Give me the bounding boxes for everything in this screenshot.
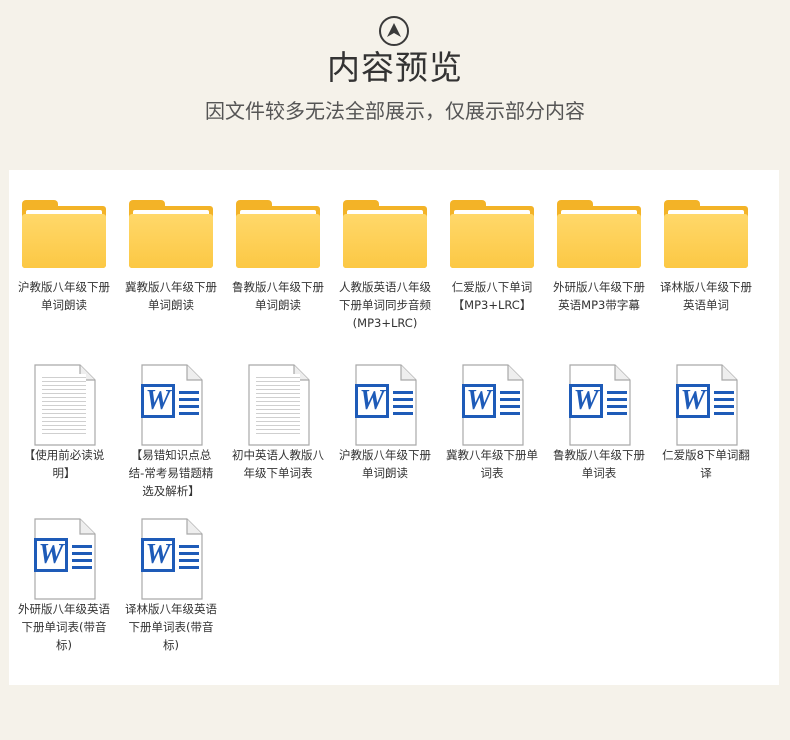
text-document-icon [13,350,115,446]
file-label: 【易错知识点总结-常考易错题精选及解析】 [128,448,214,498]
folder-item[interactable]: 仁爱版八下单词【MP3+LRC】 [441,182,543,314]
word-document-icon: W [548,350,650,446]
word-logo-icon: W [141,538,175,572]
folder-icon [655,182,757,268]
file-label: 冀教八年级下册单词表 [446,448,538,480]
file-label: 初中英语人教版八年级下单词表 [232,448,324,480]
folder-item[interactable]: 沪教版八年级下册单词朗读 [13,182,115,314]
word-logo-icon: W [141,384,175,418]
word-logo-icon: W [462,384,496,418]
file-item[interactable]: 初中英语人教版八年级下单词表 [227,350,329,482]
file-item[interactable]: 【使用前必读说明】 [13,350,115,482]
folder-item[interactable]: 冀教版八年级下册单词朗读 [120,182,222,314]
word-document-icon: W [120,504,222,600]
folder-icon [227,182,329,268]
file-label: 译林版八年级下册英语单词 [660,280,752,312]
file-label: 鲁教版八年级下册单词朗读 [232,280,324,312]
word-document-icon: W [13,504,115,600]
chevron-up-circle-icon[interactable] [379,16,409,46]
word-document-icon: W [655,350,757,446]
file-item[interactable]: W 外研版八年级英语下册单词表(带音标) [13,504,115,654]
file-label: 冀教版八年级下册单词朗读 [125,280,217,312]
folder-icon [334,182,436,268]
file-label: 外研版八年级英语下册单词表(带音标) [18,602,110,652]
word-document-icon: W [120,350,222,446]
folder-item[interactable]: 人教版英语八年级下册单词同步音频(MP3+LRC) [334,182,436,332]
file-label: 仁爱版八下单词【MP3+LRC】 [451,280,533,312]
page-title: 内容预览 [327,48,463,87]
text-document-icon [227,350,329,446]
file-label: 沪教版八年级下册单词朗读 [339,448,431,480]
folder-item[interactable]: 外研版八年级下册英语MP3带字幕 [548,182,650,314]
word-document-icon: W [441,350,543,446]
folder-icon [120,182,222,268]
page-subtitle: 因文件较多无法全部展示，仅展示部分内容 [205,99,585,123]
file-label: 人教版英语八年级下册单词同步音频(MP3+LRC) [339,280,431,330]
file-label: 译林版八年级英语下册单词表(带音标) [125,602,217,652]
preview-header: 内容预览 因文件较多无法全部展示，仅展示部分内容 [0,0,790,170]
word-logo-icon: W [569,384,603,418]
folder-item[interactable]: 译林版八年级下册英语单词 [655,182,757,314]
word-logo-icon: W [34,538,68,572]
word-document-icon: W [334,350,436,446]
folder-item[interactable]: 鲁教版八年级下册单词朗读 [227,182,329,314]
file-item[interactable]: W 仁爱版8下单词翻译 [655,350,757,482]
file-label: 【使用前必读说明】 [23,448,105,480]
file-grid: 沪教版八年级下册单词朗读 冀教版八年级下册单词朗读 鲁教版八年级下册单词朗读 人教版英… [9,170,779,685]
file-label: 沪教版八年级下册单词朗读 [18,280,110,312]
folder-icon [548,182,650,268]
file-item[interactable]: W 译林版八年级英语下册单词表(带音标) [120,504,222,654]
word-logo-icon: W [676,384,710,418]
file-label: 仁爱版8下单词翻译 [662,448,750,480]
file-label: 鲁教版八年级下册单词表 [553,448,645,480]
file-item[interactable]: W 冀教八年级下册单词表 [441,350,543,482]
file-item[interactable]: W 鲁教版八年级下册单词表 [548,350,650,482]
folder-icon [13,182,115,268]
file-item[interactable]: W 沪教版八年级下册单词朗读 [334,350,436,482]
folder-icon [441,182,543,268]
word-logo-icon: W [355,384,389,418]
file-item[interactable]: W 【易错知识点总结-常考易错题精选及解析】 [120,350,222,500]
file-label: 外研版八年级下册英语MP3带字幕 [553,280,645,312]
